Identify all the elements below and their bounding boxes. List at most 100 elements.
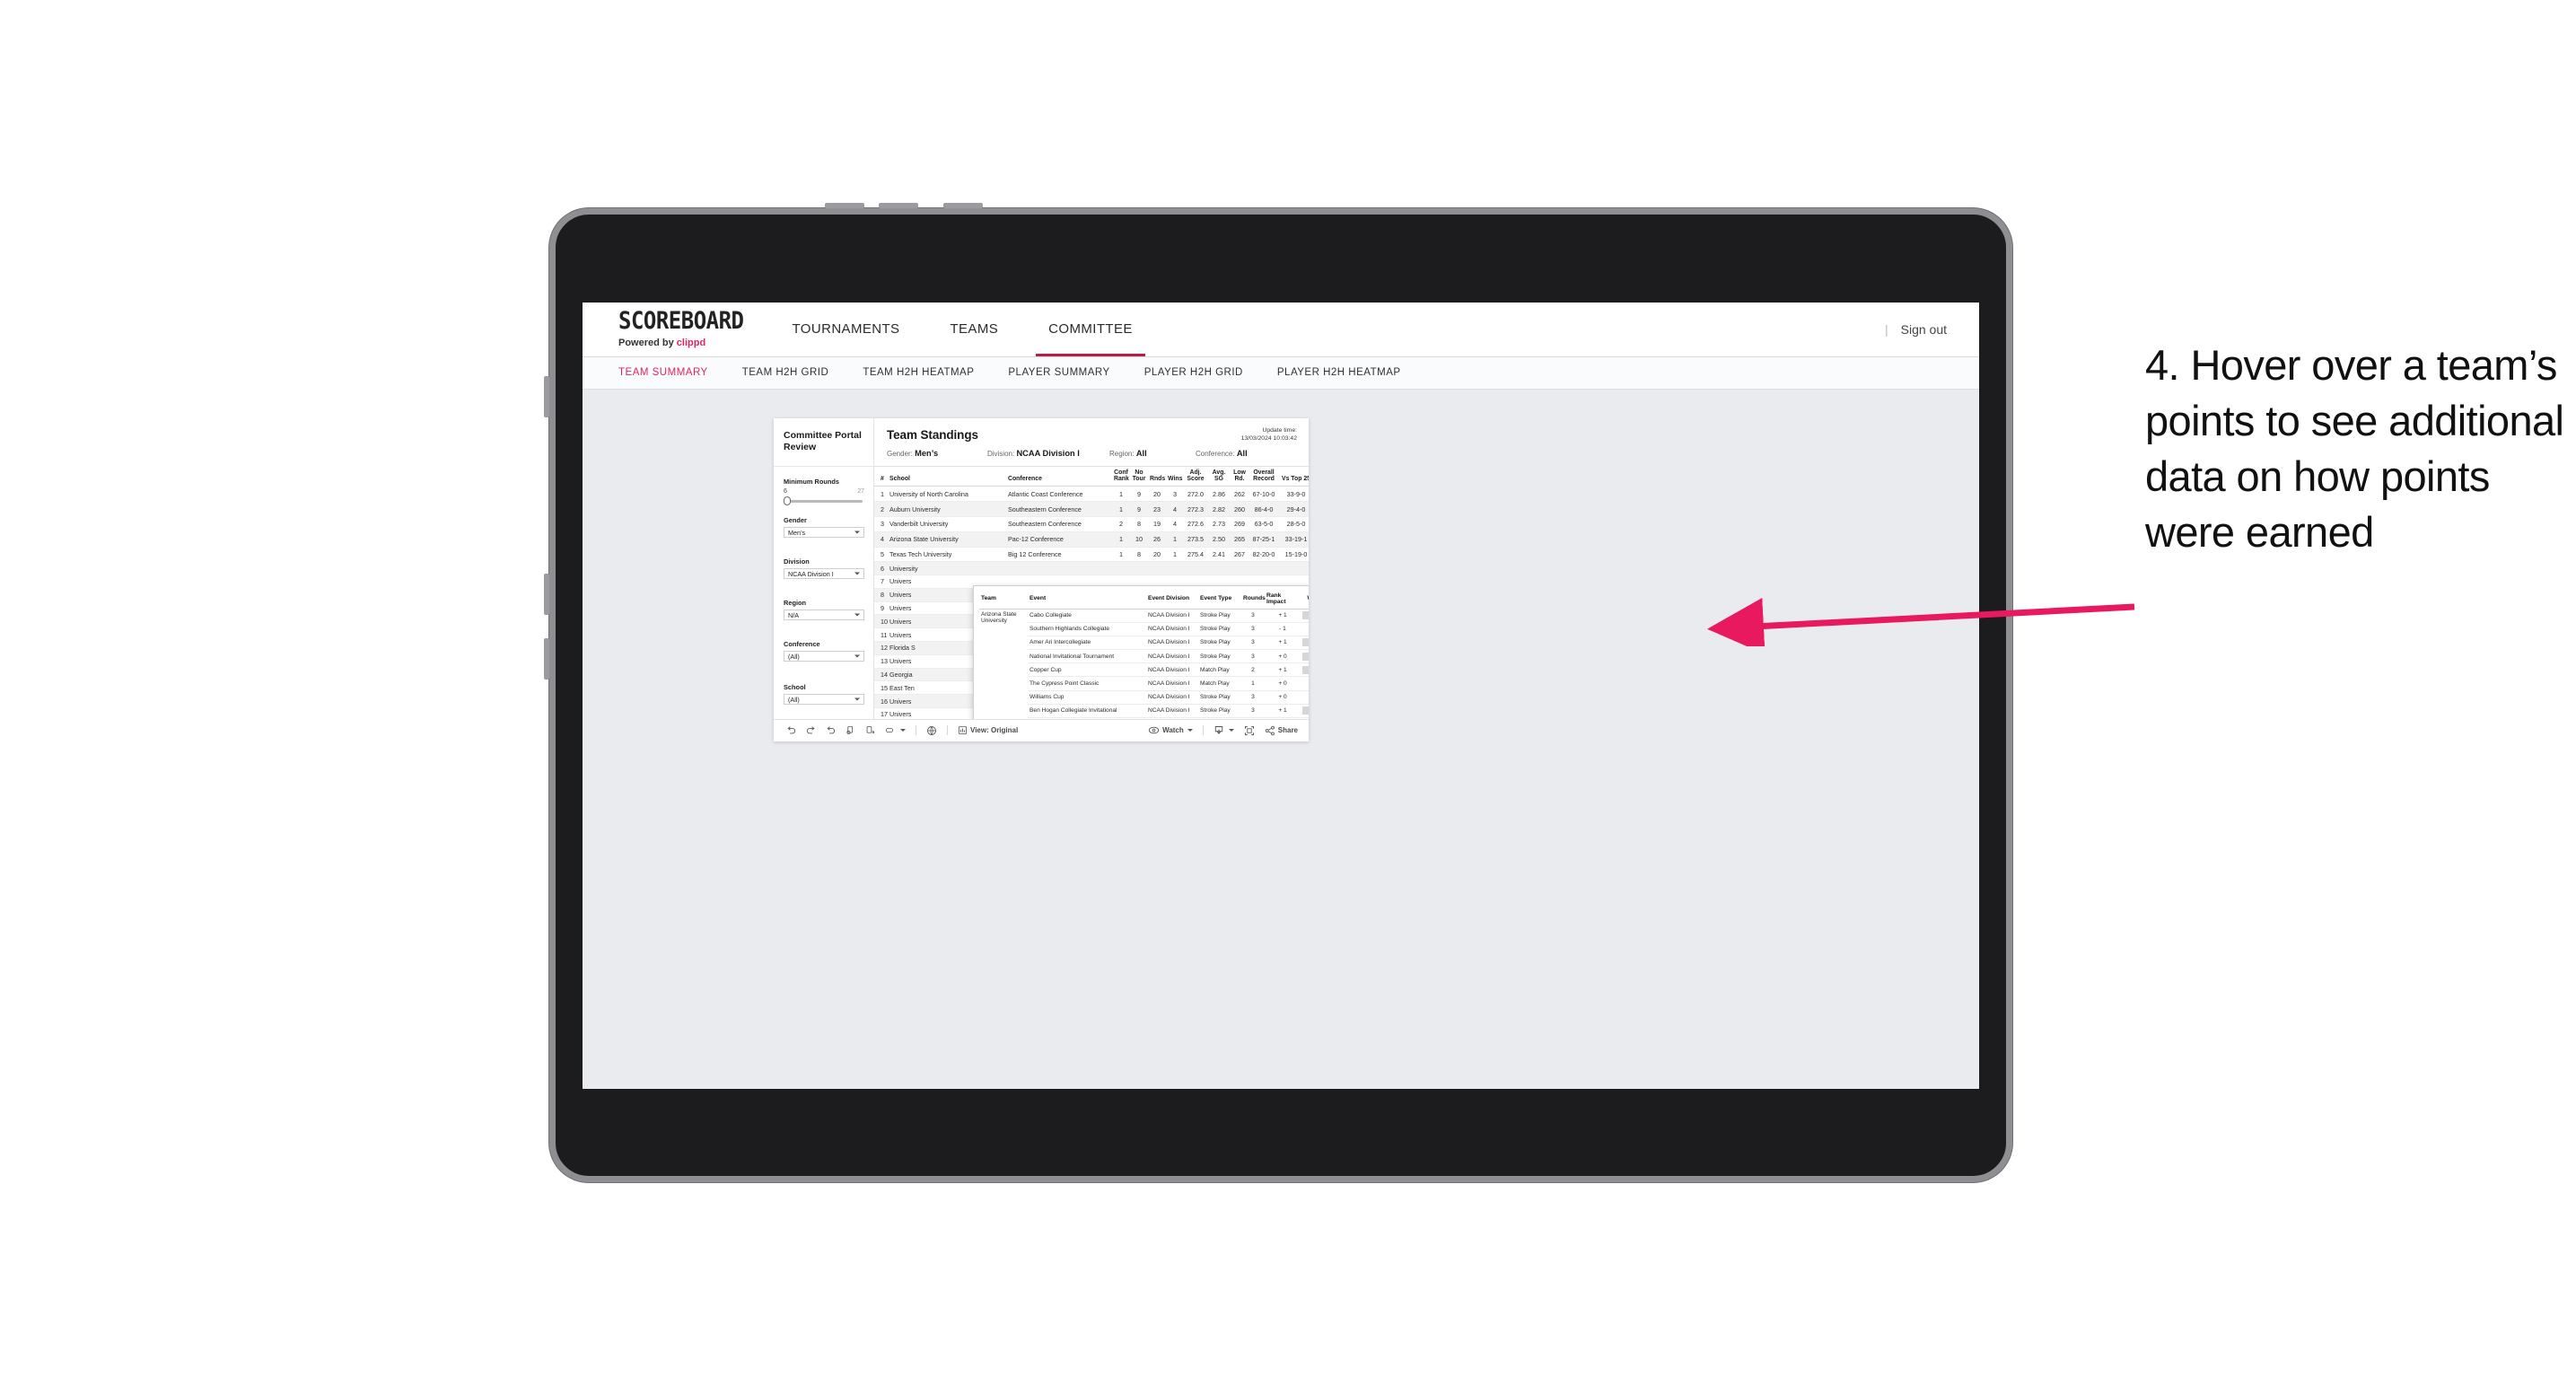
tab-team-summary[interactable]: TEAM SUMMARY: [618, 367, 725, 378]
sign-out-link[interactable]: Sign out: [1901, 322, 1947, 337]
col-school[interactable]: School: [888, 466, 1006, 487]
tooltip-event-type-cell: Stroke Play: [1198, 649, 1241, 664]
wins-cell: 4: [1166, 516, 1184, 532]
col-wins[interactable]: Wins: [1166, 466, 1184, 487]
chevron-down-icon: [900, 729, 906, 732]
table-row[interactable]: 2 Auburn University Southeastern Conferenc…: [874, 501, 1309, 517]
nav-item-teams[interactable]: TEAMS: [924, 303, 1023, 356]
region-select[interactable]: N/A: [784, 610, 864, 621]
watch-button[interactable]: Watch: [1148, 725, 1193, 735]
tooltip-event-division-cell: NCAA Division I: [1146, 622, 1198, 636]
filter-school: School (All): [774, 662, 873, 706]
standings-table-head: # School Conference Conf Rank No Tour Rn…: [874, 466, 1309, 487]
col-vs-top-25[interactable]: Vs Top 25: [1279, 466, 1309, 487]
nav-right-group: | Sign out: [1885, 303, 1979, 356]
table-row[interactable]: 5 Texas Tech University Big 12 Conference 1…: [874, 547, 1309, 563]
standings-table-wrapper[interactable]: # School Conference Conf Rank No Tour Rn…: [874, 466, 1309, 719]
nav-item-committee[interactable]: COMMITTEE: [1023, 303, 1158, 356]
low-rd-cell: 265: [1231, 531, 1249, 548]
filter-label-gender: Gender: [784, 516, 807, 525]
applied-filter-gender: Gender: Men’s: [887, 449, 987, 458]
table-row[interactable]: 6 University: [874, 561, 1309, 576]
revert-icon[interactable]: [826, 725, 836, 735]
brand-name: SCOREBOARD: [618, 306, 744, 335]
tooltip-row: Arizona State University Cabo Collegiate N…: [979, 609, 1309, 624]
view-original-button[interactable]: View: Original: [958, 725, 1018, 735]
tooltip-w-points-value: 74.65: [1302, 652, 1309, 661]
col-no-tour[interactable]: No Tour: [1130, 466, 1148, 487]
table-row[interactable]: 4 Arizona State University Pac-12 Conferen…: [874, 531, 1309, 548]
col-conference[interactable]: Conference: [1006, 466, 1112, 487]
conference-select[interactable]: (All): [784, 651, 864, 662]
tableau-viz: Committee Portal Review Minimum Rounds 6…: [774, 417, 1309, 741]
brand-logo: SCOREBOARD Powered by clippd: [583, 303, 767, 356]
col-low-rd[interactable]: Low Rd.: [1231, 466, 1249, 487]
table-row[interactable]: 3 Vanderbilt University Southeastern Confe…: [874, 516, 1309, 532]
col-avg-sg[interactable]: Avg. SG: [1207, 466, 1231, 487]
chevron-down-icon: [854, 613, 860, 617]
redo-icon[interactable]: [806, 725, 816, 735]
tt-col-team: Team: [979, 589, 1028, 610]
slider-handle[interactable]: [784, 496, 791, 506]
refresh-data-icon[interactable]: [846, 725, 855, 735]
rnds-cell: [1148, 561, 1166, 576]
fullscreen-icon[interactable]: [1244, 725, 1255, 736]
view-original-label: View: Original: [970, 726, 1019, 734]
tooltip-w-points-cell: 30.13: [1301, 622, 1309, 636]
tooltip-rank-impact-cell: + 0: [1265, 649, 1301, 664]
school-select[interactable]: (All): [784, 694, 864, 706]
vs-top-25-cell: [1279, 561, 1309, 576]
page-title: Team Standings: [887, 427, 978, 442]
tooltip-event-division-cell: NCAA Division I: [1146, 662, 1198, 678]
globe-icon[interactable]: [926, 725, 937, 736]
tab-player-summary[interactable]: PLAYER SUMMARY: [991, 367, 1126, 378]
update-time-value: 13/03/2024 10:03:42: [1240, 434, 1297, 442]
col-rnds[interactable]: Rnds: [1148, 466, 1166, 487]
tab-team-h2h-grid[interactable]: TEAM H2H GRID: [725, 367, 846, 378]
nav-item-tournaments[interactable]: TOURNAMENTS: [767, 303, 925, 356]
school-cell: Vanderbilt University: [888, 516, 1006, 532]
division-select[interactable]: NCAA Division I: [784, 568, 864, 580]
tooltip-event-division-cell: NCAA Division I: [1146, 690, 1198, 705]
col-rank[interactable]: #: [874, 466, 888, 487]
secondary-tab-bar: TEAM SUMMARY TEAM H2H GRID TEAM H2H HEAT…: [583, 356, 1979, 390]
col-adj-score[interactable]: Adj. Score: [1184, 466, 1207, 487]
gender-select[interactable]: Men’s: [784, 527, 864, 539]
tooltip-table: Team Event Event Division Event Type Rou…: [979, 589, 1309, 719]
tooltip-rounds-cell: 3: [1241, 609, 1265, 623]
page-root: SCOREBOARD Powered by clippd TOURNAMENTS…: [0, 0, 2576, 1386]
tooltip-event-cell: Southern Highlands Collegiate: [1028, 622, 1146, 636]
tooltip-team-cell: Arizona State University: [981, 611, 1017, 625]
device-button-top-2: [879, 203, 918, 208]
tooltip-event-type-cell: Stroke Play: [1198, 690, 1241, 705]
dashboard-canvas: Committee Portal Review Minimum Rounds 6…: [583, 389, 1979, 1089]
slider-max-value: 27: [857, 488, 864, 496]
tooltip-event-cell: National Invitational Tournament: [1028, 649, 1146, 664]
tooltip-event-division-cell: NCAA Division I: [1146, 609, 1198, 623]
rank-cell: 6: [874, 561, 888, 576]
tooltip-w-points-cell: 84.97: [1301, 636, 1309, 651]
tooltip-table-head: Team Event Event Division Event Type Rou…: [979, 589, 1309, 610]
share-button[interactable]: Share: [1265, 725, 1298, 736]
custom-views-icon[interactable]: [885, 725, 906, 735]
tt-col-event-type: Event Type: [1198, 589, 1241, 610]
vs-top-25-cell: 28-5-0: [1279, 516, 1309, 532]
filter-division: Division NCAA Division I: [774, 538, 873, 580]
rank-cell: 12: [874, 641, 888, 655]
filter-label-minimum-rounds: Minimum Rounds: [784, 478, 839, 487]
table-row[interactable]: 1 University of North Carolina Atlantic Co…: [874, 486, 1309, 503]
tab-team-h2h-heatmap[interactable]: TEAM H2H HEATMAP: [846, 367, 991, 378]
col-overall-record[interactable]: Overall Record: [1249, 466, 1279, 487]
tt-col-rounds: Rounds: [1241, 589, 1266, 610]
top-navigation-bar: SCOREBOARD Powered by clippd TOURNAMENTS…: [583, 302, 1979, 357]
undo-icon[interactable]: [786, 725, 796, 735]
tab-player-h2h-grid[interactable]: PLAYER H2H GRID: [1127, 367, 1260, 378]
tooltip-rounds-cell: 2: [1241, 662, 1265, 678]
pause-auto-update-icon[interactable]: [865, 725, 875, 735]
tab-player-h2h-heatmap[interactable]: PLAYER H2H HEATMAP: [1260, 367, 1418, 378]
filter-minimum-rounds: Minimum Rounds 6 27: [774, 467, 873, 506]
tooltip-event-type-cell: Match Play: [1198, 676, 1241, 691]
minimum-rounds-slider[interactable]: [784, 496, 864, 506]
col-conf-rank[interactable]: Conf Rank: [1112, 466, 1130, 487]
download-button[interactable]: [1214, 725, 1234, 736]
